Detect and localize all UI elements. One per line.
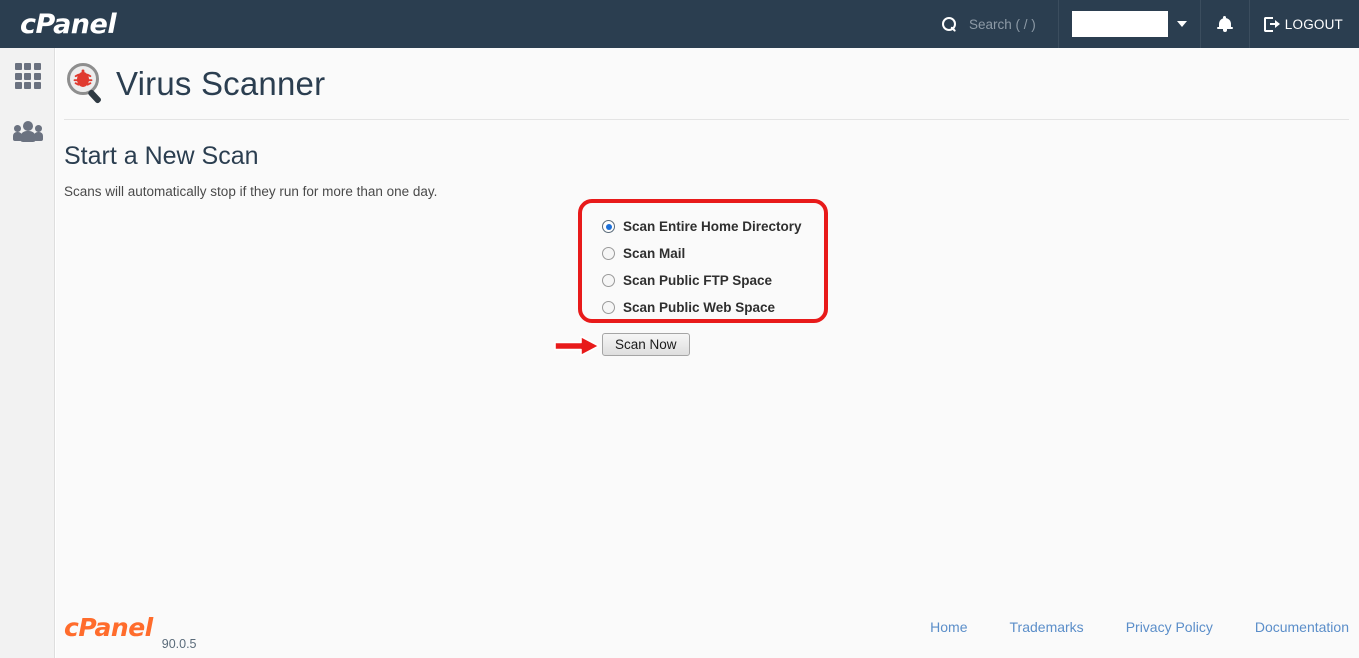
section-description: Scans will automatically stop if they ru… xyxy=(64,184,438,199)
radio-indicator[interactable] xyxy=(602,220,615,233)
left-sidebar xyxy=(0,48,55,658)
page-header: Virus Scanner xyxy=(56,48,1359,108)
scan-now-button[interactable]: Scan Now xyxy=(602,333,690,356)
search-input[interactable]: Search ( / ) xyxy=(928,0,1058,48)
chevron-down-icon xyxy=(1176,21,1187,27)
footer-link-home[interactable]: Home xyxy=(930,619,967,635)
footer-link-privacy-policy[interactable]: Privacy Policy xyxy=(1126,619,1213,635)
logout-label: LOGOUT xyxy=(1284,16,1343,32)
radio-label: Scan Public Web Space xyxy=(623,300,776,315)
cpanel-logo[interactable]: cPanel xyxy=(20,9,117,40)
footer-links: Home Trademarks Privacy Policy Documenta… xyxy=(930,619,1349,635)
radio-indicator[interactable] xyxy=(602,274,615,287)
bell-icon xyxy=(1216,15,1233,33)
radio-option-mail[interactable]: Scan Mail xyxy=(602,244,802,263)
footer-version: 90.0.5 xyxy=(161,637,197,651)
radio-option-home-directory[interactable]: Scan Entire Home Directory xyxy=(602,217,802,236)
radio-indicator[interactable] xyxy=(602,247,615,260)
page-footer: cPanel 90.0.5 Home Trademarks Privacy Po… xyxy=(56,596,1359,658)
logout-button[interactable]: LOGOUT xyxy=(1250,0,1359,48)
top-header: cPanel Search ( / ) LOGOUT xyxy=(0,0,1359,48)
annotation-arrow-icon xyxy=(554,335,600,357)
section-title: Start a New Scan xyxy=(64,142,259,170)
radio-label: Scan Entire Home Directory xyxy=(623,219,802,234)
scan-options-area: Scan Entire Home Directory Scan Mail Sca… xyxy=(56,199,1359,385)
footer-cpanel-logo: cPanel xyxy=(64,612,153,642)
header-divider xyxy=(64,119,1349,120)
search-placeholder: Search ( / ) xyxy=(969,16,1036,32)
radio-indicator[interactable] xyxy=(602,301,615,314)
radio-label: Scan Public FTP Space xyxy=(623,273,773,288)
radio-option-public-web[interactable]: Scan Public Web Space xyxy=(602,298,802,317)
radio-label: Scan Mail xyxy=(623,246,686,261)
scan-options-group: Scan Entire Home Directory Scan Mail Sca… xyxy=(602,217,802,317)
search-icon xyxy=(942,16,957,32)
user-menu-button[interactable] xyxy=(1059,0,1200,48)
sidebar-item-user-manager[interactable] xyxy=(0,104,55,160)
logout-icon xyxy=(1263,16,1280,32)
notifications-button[interactable] xyxy=(1201,0,1249,48)
main-content: Virus Scanner Start a New Scan Scans wil… xyxy=(56,48,1359,658)
people-icon xyxy=(12,121,43,143)
grid-icon xyxy=(14,63,41,90)
footer-link-trademarks[interactable]: Trademarks xyxy=(1010,619,1084,635)
virus-scanner-icon xyxy=(64,61,110,107)
sidebar-item-apps-grid[interactable] xyxy=(0,48,55,104)
header-right-tools: Search ( / ) LOGOUT xyxy=(928,0,1359,48)
page-title: Virus Scanner xyxy=(116,65,326,102)
radio-option-public-ftp[interactable]: Scan Public FTP Space xyxy=(602,271,802,290)
username-field[interactable] xyxy=(1071,11,1168,37)
footer-link-documentation[interactable]: Documentation xyxy=(1255,619,1349,635)
scan-now-row: Scan Now xyxy=(554,333,690,357)
